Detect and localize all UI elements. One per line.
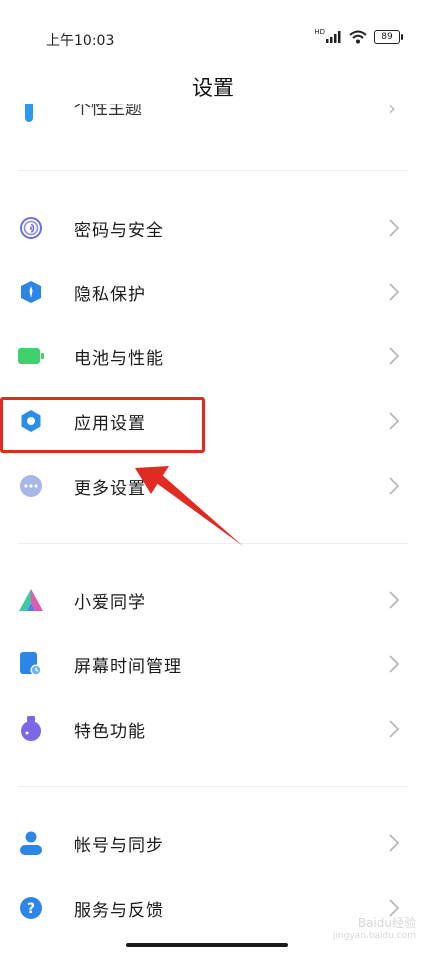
list-item-label: 个性主题 <box>74 104 142 119</box>
highlight-box <box>0 397 205 453</box>
battery-icon <box>18 343 44 369</box>
list-item-label: 小爱同学 <box>74 592 146 613</box>
list-item-label: 帐号与同步 <box>74 835 164 856</box>
hd-tag: HD <box>314 28 325 36</box>
list-item-security[interactable]: 密码与安全 <box>0 200 426 256</box>
list-item-xiaoai[interactable]: 小爱同学 <box>0 572 426 628</box>
svg-text:?: ? <box>27 901 35 917</box>
status-icons: HD 89 <box>314 28 403 44</box>
shield-icon <box>18 279 44 305</box>
chevron-right-icon <box>389 834 400 852</box>
fingerprint-icon <box>18 215 44 241</box>
chevron-right-icon <box>389 412 400 430</box>
status-bar: 上午10:03 HD 89 <box>0 0 426 60</box>
home-indicator[interactable] <box>126 943 288 947</box>
chevron-right-icon <box>389 899 400 917</box>
annotation-arrow <box>135 466 243 546</box>
list-item-theme[interactable]: 个性主题 › <box>0 104 426 126</box>
help-icon: ? <box>18 895 44 921</box>
chevron-right-icon <box>389 655 400 673</box>
theme-icon <box>25 104 33 122</box>
list-item-special-features[interactable]: 特色功能 <box>0 701 426 757</box>
group-divider <box>18 170 408 171</box>
battery-indicator: 89 <box>374 30 403 44</box>
page-title: 设置 <box>192 76 234 100</box>
more-dots-icon <box>18 473 44 499</box>
xiaoai-icon <box>18 587 44 613</box>
list-item-label: 电池与性能 <box>74 348 164 369</box>
list-item-label: 屏幕时间管理 <box>74 656 182 677</box>
chevron-right-icon: › <box>388 104 396 120</box>
group-divider <box>18 786 408 787</box>
chevron-right-icon <box>389 477 400 495</box>
chevron-right-icon <box>389 720 400 738</box>
flask-icon <box>18 716 44 742</box>
signal-icon <box>326 31 341 43</box>
status-time: 上午10:03 <box>46 33 115 49</box>
list-item-label: 特色功能 <box>74 721 146 742</box>
list-item-account-sync[interactable]: 帐号与同步 <box>0 815 426 871</box>
chevron-right-icon <box>389 347 400 365</box>
user-icon <box>18 830 44 856</box>
chevron-right-icon <box>389 591 400 609</box>
list-item-label: 隐私保护 <box>74 284 146 305</box>
list-item-battery[interactable]: 电池与性能 <box>0 328 426 384</box>
chevron-right-icon <box>389 219 400 237</box>
list-item-label: 密码与安全 <box>74 220 164 241</box>
list-item-privacy[interactable]: 隐私保护 <box>0 264 426 320</box>
screen-time-icon <box>18 651 44 677</box>
list-item-screen-time[interactable]: 屏幕时间管理 <box>0 636 426 692</box>
chevron-right-icon <box>389 283 400 301</box>
wifi-icon <box>349 30 367 44</box>
watermark: Baidu经验 jingyan.baidu.com <box>332 916 416 942</box>
list-item-label: 服务与反馈 <box>74 900 164 921</box>
